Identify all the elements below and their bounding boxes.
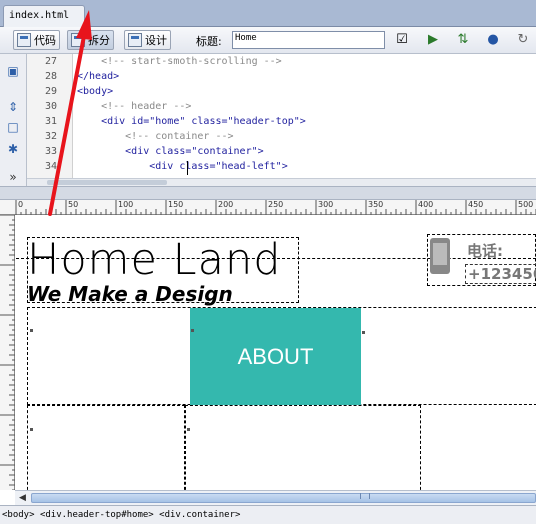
text-cursor bbox=[187, 161, 188, 175]
collapse-selection-icon[interactable]: □ bbox=[6, 120, 20, 134]
ruler-mark-label: 500 bbox=[518, 200, 534, 209]
ruler-mark-label: 0 bbox=[18, 200, 24, 209]
design-view-button[interactable]: 设计 bbox=[124, 30, 171, 50]
line-number: 27 bbox=[44, 56, 57, 67]
line-number: 31 bbox=[44, 116, 57, 127]
tag-selector-container[interactable]: <div.container> bbox=[159, 510, 240, 520]
document-tab-index-html[interactable]: index.html bbox=[3, 5, 85, 27]
ruler-mark-label: 400 bbox=[418, 200, 434, 209]
document-toolbar: 代码 拆分 设计 标题: Home ☑ ▶ ⇅ ● ↻ bbox=[0, 27, 536, 54]
phone-label: 电话: bbox=[467, 242, 503, 260]
vertical-ruler-ticks bbox=[0, 215, 15, 490]
ruler-mark-label: 450 bbox=[468, 200, 484, 209]
code-scroll-thumb[interactable] bbox=[47, 180, 167, 185]
document-tab-strip: index.html bbox=[0, 0, 536, 27]
design-scroll-thumb[interactable] bbox=[31, 493, 536, 503]
grid-right-outline bbox=[185, 405, 421, 490]
design-view-icon bbox=[128, 33, 142, 47]
vertical-ruler bbox=[0, 215, 15, 490]
ruler-mark-label: 350 bbox=[368, 200, 384, 209]
code-line[interactable]: <!-- container --> bbox=[77, 131, 233, 142]
code-view-label: 代码 bbox=[34, 34, 56, 47]
line-number: 34 bbox=[44, 161, 57, 172]
tag-selector-body[interactable]: <body> bbox=[2, 510, 35, 520]
open-documents-icon[interactable]: ▣ bbox=[6, 64, 20, 78]
phone-number: +123456 bbox=[465, 264, 536, 284]
code-line[interactable]: <!-- header --> bbox=[77, 101, 191, 112]
design-view[interactable]: Home Land We Make a Design 电话: +123456 A… bbox=[16, 216, 536, 490]
ruler-mark-label: 200 bbox=[218, 200, 234, 209]
horizontal-ruler: 0 50 100 150 200 250 300 350 400 450 500 bbox=[0, 200, 536, 215]
more-tools-icon[interactable]: » bbox=[6, 170, 20, 184]
line-number-gutter: 27 28 29 30 31 32 33 34 bbox=[27, 54, 73, 178]
anchor-marker bbox=[362, 331, 365, 334]
line-number: 32 bbox=[44, 131, 57, 142]
design-horizontal-scrollbar[interactable]: ◀ bbox=[15, 490, 536, 505]
anchor-marker bbox=[30, 329, 33, 332]
title-label: 标题: bbox=[196, 35, 222, 48]
file-transfer-icon[interactable]: ⇅ bbox=[454, 32, 472, 48]
about-button[interactable]: ABOUT bbox=[190, 308, 361, 405]
line-number: 33 bbox=[44, 146, 57, 157]
preview-browser-icon[interactable]: ▶ bbox=[424, 32, 442, 48]
code-line[interactable]: <!-- start-smoth-scrolling --> bbox=[77, 56, 282, 67]
logo-title: Home Land bbox=[27, 235, 282, 285]
ruler-mark-label: 150 bbox=[168, 200, 184, 209]
ruler-mark-label: 100 bbox=[118, 200, 134, 209]
split-view-icon bbox=[71, 33, 85, 47]
ruler-mark-label: 50 bbox=[68, 200, 79, 209]
ruler-mark-label: 300 bbox=[318, 200, 334, 209]
split-view-label: 拆分 bbox=[88, 34, 110, 47]
refresh-icon[interactable]: ↻ bbox=[514, 32, 532, 48]
title-input[interactable]: Home bbox=[232, 31, 385, 49]
ruler-mark-label: 250 bbox=[268, 200, 284, 209]
anchor-marker bbox=[187, 428, 190, 431]
code-line[interactable]: <div id="home" class="header-top"> bbox=[77, 116, 306, 127]
code-view-icon bbox=[17, 33, 31, 47]
design-view-label: 设计 bbox=[145, 34, 167, 47]
logo-subtitle: We Make a Design bbox=[27, 282, 233, 306]
line-number: 30 bbox=[44, 101, 57, 112]
file-check-icon[interactable]: ☑ bbox=[393, 32, 411, 48]
split-view-button[interactable]: 拆分 bbox=[67, 30, 114, 50]
line-number: 29 bbox=[44, 86, 57, 97]
globe-icon[interactable]: ● bbox=[484, 32, 502, 48]
phone-icon bbox=[430, 238, 450, 274]
code-line[interactable]: <div class="container"> bbox=[77, 146, 263, 157]
tag-selector-header-top[interactable]: <div.header-top#home> bbox=[40, 510, 154, 520]
anchor-marker bbox=[30, 428, 33, 431]
scroll-grip bbox=[360, 493, 370, 499]
code-horizontal-scrollbar[interactable] bbox=[27, 178, 536, 186]
code-line[interactable]: <body> bbox=[77, 86, 113, 97]
tag-selector-statusbar: <body> <div.header-top#home> <div.contai… bbox=[0, 505, 536, 524]
grid-left-outline bbox=[27, 405, 185, 490]
collapse-tag-icon[interactable]: ⇕ bbox=[6, 100, 20, 114]
anchor-marker bbox=[191, 329, 194, 332]
expand-all-icon[interactable]: ✱ bbox=[6, 142, 20, 156]
split-divider[interactable] bbox=[0, 186, 536, 200]
code-line[interactable]: </head> bbox=[77, 71, 119, 82]
code-line[interactable]: <div class="head-left"> bbox=[77, 161, 287, 172]
line-number: 28 bbox=[44, 71, 57, 82]
code-view-button[interactable]: 代码 bbox=[13, 30, 60, 50]
coding-toolbar: ▣ ⇕ □ ✱ » bbox=[0, 54, 27, 200]
code-editor[interactable]: 27 28 29 30 31 32 33 34 <!-- start-smoth-scroll… bbox=[27, 54, 536, 178]
scroll-left-arrow-icon[interactable]: ◀ bbox=[15, 491, 30, 505]
